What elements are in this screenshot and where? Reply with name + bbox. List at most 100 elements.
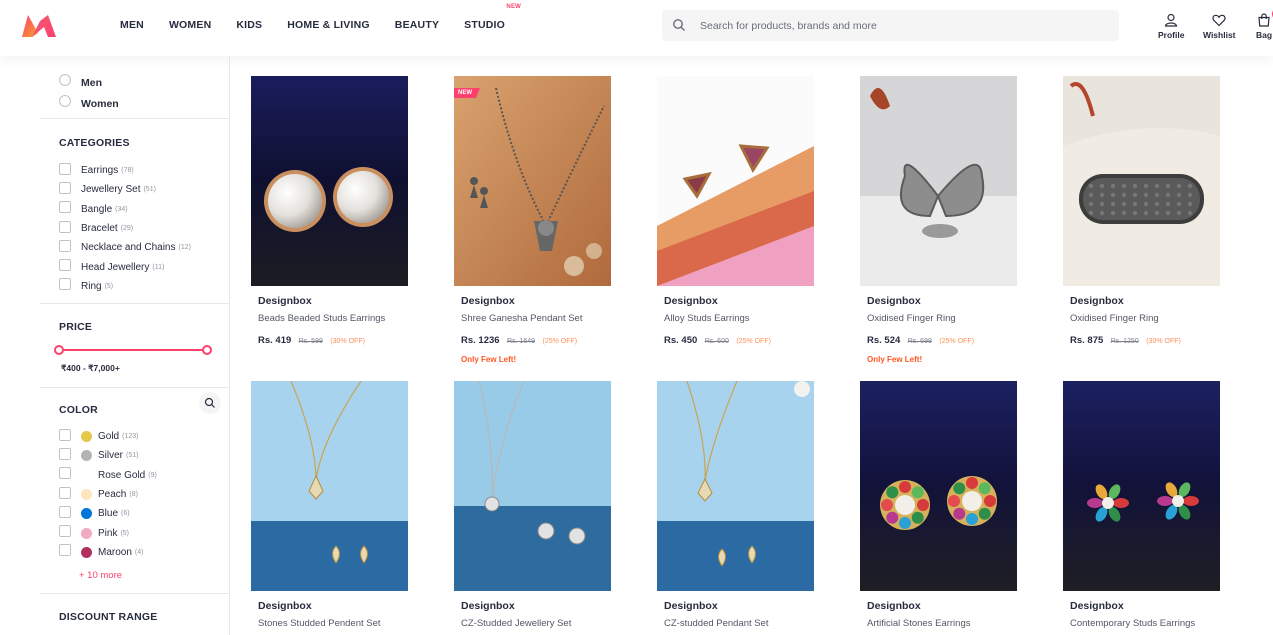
checkbox[interactable] — [59, 428, 71, 441]
checkbox[interactable] — [59, 162, 71, 175]
price-slider-max-handle[interactable] — [202, 345, 212, 355]
price-slider-min-handle[interactable] — [54, 345, 64, 355]
nav-women[interactable]: WOMEN — [169, 0, 211, 56]
color-option[interactable]: Rose Gold (9) — [59, 466, 229, 485]
product-price-row: Rs. 419 Rs. 599 (30% OFF) — [258, 330, 408, 348]
radio-button[interactable] — [59, 94, 71, 107]
checkbox[interactable] — [59, 544, 71, 557]
product-image[interactable] — [657, 381, 814, 591]
checkbox[interactable] — [59, 259, 71, 272]
color-option[interactable]: Gold (123) — [59, 427, 229, 446]
checkbox[interactable] — [59, 239, 71, 252]
checkbox[interactable] — [59, 505, 71, 518]
gender-option-women[interactable]: Women — [59, 93, 229, 114]
color-label: Peach — [98, 489, 127, 501]
product-discount: (25% OFF) — [542, 338, 578, 345]
product-image[interactable] — [251, 381, 408, 591]
product-name: Oxidised Finger Ring — [1070, 313, 1159, 324]
product-price: Rs. 875 — [1070, 335, 1104, 346]
nav-home-living[interactable]: HOME & LIVING — [287, 0, 370, 56]
product-image[interactable]: NEW — [454, 76, 611, 286]
product-image[interactable] — [454, 381, 611, 591]
checkbox[interactable] — [59, 278, 71, 291]
product-name: Shree Ganesha Pendant Set — [461, 313, 583, 324]
search-icon[interactable] — [672, 18, 686, 32]
product-card[interactable]: NEW Designbox Shree Ganesha Pendant Set … — [454, 76, 611, 364]
product-card[interactable]: Designbox CZ-Studded Jewellery Set — [454, 381, 611, 629]
product-image[interactable] — [860, 76, 1017, 286]
radio-button[interactable] — [59, 73, 71, 86]
product-mrp: Rs. 1250 — [1110, 338, 1139, 345]
product-image[interactable] — [657, 76, 814, 286]
category-option[interactable]: Head Jewellery (11) — [59, 257, 229, 276]
price-slider[interactable] — [54, 342, 212, 358]
nav-studio[interactable]: STUDIO NEW — [464, 0, 521, 56]
category-option[interactable]: Earrings (78) — [59, 161, 229, 180]
product-card[interactable]: Designbox Alloy Studs Earrings Rs. 450 R… — [657, 76, 814, 348]
product-name: Artificial Stones Earrings — [867, 618, 971, 629]
category-label: Earrings — [81, 165, 119, 177]
category-option[interactable]: Jewellery Set (51) — [59, 180, 229, 199]
category-option[interactable]: Ring (5) — [59, 277, 229, 296]
product-price: Rs. 1236 — [461, 335, 500, 346]
color-search-button[interactable] — [199, 392, 221, 414]
color-swatch — [81, 546, 92, 558]
product-card[interactable]: Designbox CZ-studded Pendant Set — [657, 381, 814, 629]
color-swatch — [81, 527, 92, 539]
product-card[interactable]: Designbox Contemporary Studs Earrings — [1063, 381, 1220, 629]
color-option[interactable]: Maroon (4) — [59, 543, 229, 562]
gender-option-men[interactable]: Men — [59, 72, 229, 93]
product-image[interactable] — [1063, 76, 1220, 286]
color-option[interactable]: Pink (5) — [59, 523, 229, 542]
nav-men[interactable]: MEN — [120, 0, 144, 56]
category-option[interactable]: Bracelet (29) — [59, 219, 229, 238]
nav-kids[interactable]: KIDS — [236, 0, 262, 56]
color-option[interactable]: Blue (6) — [59, 504, 229, 523]
checkbox[interactable] — [59, 220, 71, 233]
wishlist-button[interactable]: Wishlist — [1203, 13, 1236, 40]
checkbox[interactable] — [59, 467, 71, 480]
only-few-left-label: Only Few Left! — [461, 355, 517, 364]
product-price: Rs. 450 — [664, 335, 698, 346]
product-price-row: Rs. 875 Rs. 1250 (30% OFF) — [1070, 330, 1220, 348]
checkbox[interactable] — [59, 447, 71, 460]
product-name: Oxidised Finger Ring — [867, 313, 956, 324]
product-brand: Designbox — [664, 295, 718, 307]
color-option[interactable]: Peach (8) — [59, 485, 229, 504]
product-image[interactable] — [251, 76, 408, 286]
profile-button[interactable]: Profile — [1158, 13, 1184, 40]
product-name: Contemporary Studs Earrings — [1070, 618, 1196, 629]
nav-beauty[interactable]: BEAUTY — [395, 0, 439, 56]
checkbox[interactable] — [59, 201, 71, 214]
myntra-logo[interactable] — [20, 13, 58, 39]
checkbox[interactable] — [59, 181, 71, 194]
checkbox[interactable] — [59, 486, 71, 499]
product-card[interactable]: Designbox Stones Studded Pendent Set — [251, 381, 408, 629]
product-price: Rs. 524 — [867, 335, 901, 346]
new-tag: NEW — [454, 88, 480, 98]
search-input[interactable] — [700, 10, 1100, 41]
category-label: Necklace and Chains — [81, 242, 176, 254]
product-image[interactable] — [860, 381, 1017, 591]
product-card[interactable]: Designbox Oxidised Finger Ring Rs. 875 R… — [1063, 76, 1220, 348]
color-count: (6) — [121, 510, 130, 518]
color-swatch — [81, 489, 92, 501]
product-discount: (25% OFF) — [939, 338, 974, 345]
search-icon — [204, 397, 215, 408]
more-colors-link[interactable]: + 10 more — [79, 570, 229, 581]
product-card[interactable]: Designbox Beads Beaded Studs Earrings Rs… — [251, 76, 408, 348]
product-name: CZ-Studded Jewellery Set — [461, 618, 572, 629]
product-price-row: Rs. 524 Rs. 699 (25% OFF) — [867, 330, 1017, 348]
product-brand: Designbox — [258, 295, 312, 307]
checkbox[interactable] — [59, 525, 71, 538]
category-option[interactable]: Bangle (34) — [59, 200, 229, 219]
color-option[interactable]: Silver (51) — [59, 446, 229, 465]
color-swatch — [81, 508, 92, 520]
product-card[interactable]: Designbox Oxidised Finger Ring Rs. 524 R… — [860, 76, 1017, 364]
color-count: (51) — [126, 452, 139, 460]
category-option[interactable]: Necklace and Chains (12) — [59, 238, 229, 257]
product-image[interactable] — [1063, 381, 1220, 591]
bag-button[interactable]: Bag 1 — [1256, 8, 1273, 40]
product-card[interactable]: Designbox Artificial Stones Earrings — [860, 381, 1017, 629]
category-count: (34) — [115, 205, 128, 213]
